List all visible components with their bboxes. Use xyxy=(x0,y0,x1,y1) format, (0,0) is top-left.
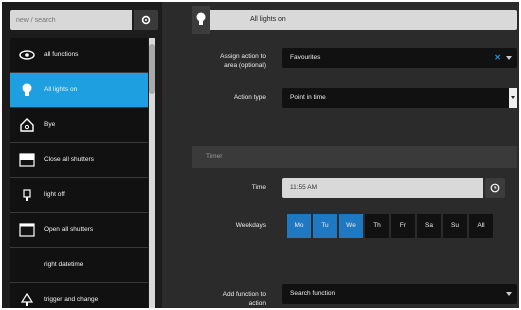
area-label-line1: Assign action to xyxy=(220,53,266,60)
weekdays-label: Weekdays xyxy=(235,222,266,229)
chevron-down-icon xyxy=(511,96,515,99)
list-item-label: right datetime xyxy=(44,261,84,268)
list-item-label: all functions xyxy=(44,51,79,58)
eye-icon xyxy=(19,50,35,60)
select-arrow[interactable] xyxy=(509,88,517,108)
search-function-placeholder: Search function xyxy=(290,290,336,297)
weekday-fr[interactable]: Fr xyxy=(391,214,416,238)
chevron-down-icon xyxy=(506,292,512,296)
area-label: Assign action to area (optional) xyxy=(194,52,266,70)
lamp-icon xyxy=(23,189,31,201)
add-function-line2: action xyxy=(248,300,266,307)
timer-section-header: Timer xyxy=(192,146,517,168)
add-function-label: Add function to action xyxy=(194,290,266,308)
list-item[interactable]: Close all shutters xyxy=(10,143,148,178)
list-item[interactable]: All lights on xyxy=(10,73,148,108)
time-value: 11:55 AM xyxy=(290,184,317,191)
weekday-su[interactable]: Su xyxy=(443,214,468,238)
function-search-select[interactable]: Search function xyxy=(282,284,517,304)
page-title: All lights on xyxy=(250,16,286,23)
action-type-label: Action type xyxy=(233,94,266,101)
weekday-sa[interactable]: Sa xyxy=(417,214,442,238)
list-item[interactable]: all functions xyxy=(10,38,148,73)
list-item-label: Close all shutters xyxy=(44,156,94,163)
gear-icon xyxy=(141,15,151,25)
action-type-value: Point in time xyxy=(290,94,326,101)
lightbulb-icon xyxy=(22,83,32,96)
area-value: Favourites xyxy=(290,54,321,61)
clock-button[interactable] xyxy=(485,178,505,198)
weekday-th[interactable]: Th xyxy=(365,214,390,238)
settings-button[interactable] xyxy=(134,10,158,30)
sidebar: all functions All lights on Bye Close al… xyxy=(2,2,162,308)
shutter-open-icon xyxy=(19,223,35,237)
moon-icon xyxy=(23,259,29,271)
list-item[interactable]: Bye xyxy=(10,108,148,143)
lightbulb-icon xyxy=(196,12,206,25)
weekday-all[interactable]: All xyxy=(469,214,494,238)
list-item[interactable]: light off xyxy=(10,178,148,213)
area-select[interactable]: Favourites ✕ xyxy=(282,48,517,68)
area-label-line2: area (optional) xyxy=(224,62,266,69)
list-item[interactable]: trigger and change xyxy=(10,283,148,308)
search-row xyxy=(10,10,160,30)
list-item[interactable]: Open all shutters xyxy=(10,213,148,248)
list-item-label: Open all shutters xyxy=(44,226,94,233)
app-window: all functions All lights on Bye Close al… xyxy=(2,2,519,308)
list-item[interactable]: right datetime xyxy=(10,248,148,283)
time-label: Time xyxy=(251,184,266,191)
clock-icon xyxy=(490,183,500,193)
search-input[interactable] xyxy=(10,10,132,30)
list-item-label: light off xyxy=(44,191,65,198)
list-item-label: Bye xyxy=(44,121,56,128)
chevron-down-icon xyxy=(506,56,512,60)
function-list: all functions All lights on Bye Close al… xyxy=(10,38,148,308)
tree-icon xyxy=(20,292,34,306)
title-icon-box xyxy=(192,6,210,34)
weekday-mo[interactable]: Mo xyxy=(287,214,312,238)
timer-section-title: Timer xyxy=(206,153,223,160)
time-input[interactable]: 11:55 AM xyxy=(282,178,483,198)
action-type-select[interactable]: Point in time xyxy=(282,88,517,108)
list-item-label: All lights on xyxy=(44,86,78,93)
scroll-thumb[interactable] xyxy=(149,44,155,94)
clear-area-icon[interactable]: ✕ xyxy=(494,48,501,68)
shutter-closed-icon xyxy=(19,153,35,167)
add-function-line1: Add function to xyxy=(222,291,266,298)
weekday-tu[interactable]: Tu xyxy=(313,214,338,238)
list-item-label: trigger and change xyxy=(44,296,99,303)
detail-panel: All lights on Assign action to area (opt… xyxy=(170,2,519,308)
list-scrollbar[interactable] xyxy=(149,38,155,308)
house-icon xyxy=(20,118,34,132)
title-bar: All lights on xyxy=(192,10,517,30)
weekday-we[interactable]: We xyxy=(339,214,364,238)
